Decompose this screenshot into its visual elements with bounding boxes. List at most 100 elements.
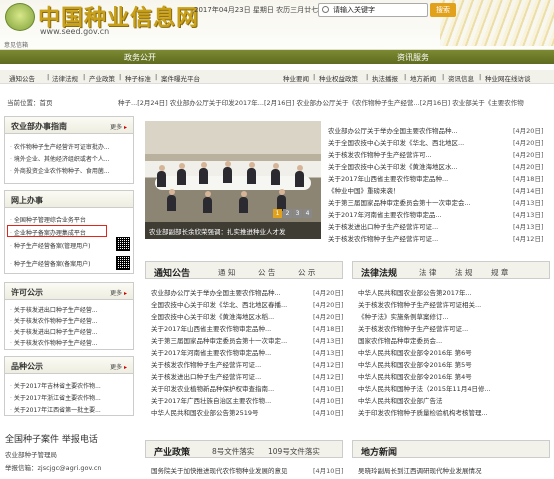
notice-date: [4月10日] — [313, 385, 344, 393]
tab-doc109[interactable]: 109号文件落实 — [268, 446, 320, 457]
list-item[interactable]: 全国种子管理综合业务平台 — [10, 215, 86, 224]
tab-publicity[interactable]: 公 示 — [298, 267, 315, 278]
news-item[interactable]: 农业部办公厅关于举办全国主要农作物品种... — [328, 125, 458, 135]
law-row[interactable]: 关于印发农作物种子质量检验机构考核管理... — [358, 407, 548, 417]
list-item[interactable]: 境外企业、其他经济组织或者个人... — [10, 154, 110, 163]
news-date: [4月20日] — [513, 139, 544, 147]
feedback-link[interactable]: 意见信箱 — [4, 40, 28, 49]
photo-figure — [295, 171, 304, 187]
subnav-policy[interactable]: 产业政策 — [89, 73, 115, 83]
news-item[interactable]: 《种业中国》重磅来袭！ — [328, 185, 400, 195]
tab-doc8[interactable]: 8号文件落实 — [212, 446, 254, 457]
more-link[interactable]: 更多 — [110, 122, 127, 131]
notice-row[interactable]: 关于2017年河南省主要农作物审定品种... — [151, 347, 311, 357]
news-item[interactable]: 关于2017年山西省主要农作物审定品种... — [328, 173, 448, 183]
subnav-laws[interactable]: 法律法规 — [52, 73, 78, 83]
sub-nav: 通知公告 | 法律法规 | 产业政策 | 种子标准 | 案件曝光平台 种业要闻 … — [0, 70, 554, 84]
notice-row[interactable]: 中华人民共和国农业部公告第2519号 — [151, 407, 311, 417]
list-item[interactable]: 关于核发进出口种子生产经营... — [10, 305, 98, 314]
list-item[interactable]: 关于2017年浙江省主要农作物... — [10, 393, 101, 402]
guide-panel: 农业部办事指南 更多 农作物种子生产经营许可证审批办... 境外企业、其他经济组织… — [4, 116, 134, 184]
news-date: [4月12日] — [513, 235, 544, 243]
notice-row[interactable]: 关于2017年山西省主要农作物审定品种... — [151, 323, 311, 333]
subnav-notices[interactable]: 通知公告 — [9, 73, 35, 83]
notice-row[interactable]: 全国农技中心关于印发《黄淮海地区水稻... — [151, 311, 311, 321]
local-news-row[interactable]: 吴晓玲副局长到江西调研现代种业发展情况 — [358, 465, 548, 475]
subnav-interview[interactable]: 种业网在线访谈 — [485, 73, 531, 83]
nav-information-services[interactable]: 资讯服务 — [397, 52, 429, 63]
notice-date: [4月10日] — [313, 397, 344, 405]
policy-row[interactable]: 国务院关于加快推进现代农作物种业发展的意见 — [151, 465, 311, 475]
law-row[interactable]: 中华人民共和国农业部广告法 — [358, 395, 548, 405]
separator: | — [47, 73, 50, 81]
site-logo-emblem[interactable] — [5, 3, 35, 31]
separator: | — [366, 73, 369, 81]
law-row[interactable]: 中华人民共和国农业部令2016年 第4号 — [358, 371, 548, 381]
breadcrumb: 当前位置：首页 — [7, 97, 53, 107]
law-title: 法律法规 — [361, 269, 398, 279]
notice-row[interactable]: 关于印发农业植物新品种保护权审查指南... — [151, 383, 311, 393]
notice-row[interactable]: 关于核发进出口种子生产经营许可证... — [151, 371, 311, 381]
policy-tabbar: 产业政策 8号文件落实 109号文件落实 — [145, 440, 343, 458]
search-input[interactable]: 请输入关键字 — [318, 3, 428, 17]
subnav-info[interactable]: 资讯信息 — [448, 73, 474, 83]
more-link[interactable]: 更多 — [110, 288, 127, 297]
list-item[interactable]: 关于2017年吉林省主要农作物... — [10, 381, 101, 390]
tab-regulation[interactable]: 法 规 — [455, 267, 472, 278]
law-row[interactable]: 关于核发农作物种子生产经营许可证... — [358, 323, 548, 333]
list-item[interactable]: 关于核发进出口种子生产经营... — [10, 327, 98, 336]
subnav-standards[interactable]: 种子标准 — [125, 73, 151, 83]
slide-dot[interactable]: 1 — [273, 209, 282, 218]
news-item[interactable]: 关于2017年河南省主要农作物审定品... — [328, 209, 442, 219]
slide-dot[interactable]: 4 — [303, 209, 312, 218]
breadcrumb-home[interactable]: 首页 — [40, 99, 53, 107]
law-row[interactable]: 中华人民共和国种子法（2015年11月4日修... — [358, 383, 548, 393]
subnav-local-news[interactable]: 地方新闻 — [410, 73, 436, 83]
tab-rules[interactable]: 规 章 — [491, 267, 508, 278]
list-item[interactable]: 农作物种子生产经营许可证审批办... — [10, 142, 110, 151]
law-row[interactable]: 中华人民共和国农业部公告第2017年... — [358, 287, 548, 297]
list-item[interactable]: 种子生产经营备案(备案用户) — [10, 259, 91, 268]
law-row[interactable]: 《种子法》实施条例草案修订... — [358, 311, 548, 321]
list-item[interactable]: 关于核发农作物种子生产经营... — [10, 316, 98, 325]
news-item[interactable]: 关于全国农技中心关于印发《华北、西北地区... — [328, 137, 464, 147]
notice-row[interactable]: 关于核发农作物种子生产经营许可证... — [151, 359, 311, 369]
news-item[interactable]: 关于第三届国家品种审定委员会第十一次审定会... — [328, 197, 471, 207]
law-row[interactable]: 关于核发农作物种子生产经营许可证相关... — [358, 299, 548, 309]
news-item[interactable]: 关于全国农技中心关于印发《黄淮海地区水... — [328, 161, 458, 171]
subnav-enforcement[interactable]: 执法播报 — [372, 73, 398, 83]
law-row[interactable]: 中华人民共和国农业部令2016年 第6号 — [358, 347, 548, 357]
notice-row[interactable]: 全国农技中心关于印发《华北、西北地区春播... — [151, 299, 311, 309]
news-ticker[interactable]: 种子...[2月24日] 农业部办公厅关于印发2017年...[2月16日] 农… — [118, 97, 548, 107]
subnav-seed-news[interactable]: 种业要闻 — [283, 73, 309, 83]
list-item[interactable]: 关于2017年江西省第一批主要... — [10, 405, 101, 414]
subnav-case-exposure[interactable]: 案件曝光平台 — [161, 73, 200, 83]
more-link[interactable]: 更多 — [110, 362, 127, 371]
search-button[interactable]: 搜索 — [430, 3, 456, 17]
news-item[interactable]: 关于核发农作物种子生产经营许可... — [328, 149, 432, 159]
notice-row[interactable]: 关于第三届国家品种审定委员会第十一次审定... — [151, 335, 311, 345]
notice-date: [4月20日] — [313, 301, 344, 309]
law-row[interactable]: 国家农作物品种审定委员会... — [358, 335, 548, 345]
nav-government-affairs[interactable]: 政务公开 — [124, 52, 156, 63]
notice-date: [4月20日] — [313, 289, 344, 297]
photo-figure — [203, 197, 212, 213]
notice-row[interactable]: 农业部办公厅关于举办全国主要农作物品种... — [151, 287, 311, 297]
list-item[interactable]: 种子生产经营备案(管理用户) — [10, 241, 91, 250]
slide-dot[interactable]: 2 — [283, 209, 292, 218]
hotline-email[interactable]: 举报信箱：zjscjgc@agri.gov.cn — [5, 462, 135, 472]
news-date: [4月13日] — [513, 223, 544, 231]
photo-caption[interactable]: 农业部副部长余欣荣强调：扎实推进种业人才发 — [145, 222, 321, 239]
news-item[interactable]: 关于核发农作物种子生产经营许可证... — [328, 233, 438, 243]
list-item[interactable]: 关于核发农作物种子生产经营... — [10, 338, 98, 347]
law-row[interactable]: 中华人民共和国农业部令2016年 第5号 — [358, 359, 548, 369]
subnav-rights-policy[interactable]: 种业权益政策 — [319, 73, 358, 83]
tab-announcement[interactable]: 公 告 — [258, 267, 275, 278]
slide-dot[interactable]: 3 — [293, 209, 302, 218]
news-date: [4月18日] — [513, 175, 544, 183]
tab-notice[interactable]: 通 知 — [218, 267, 235, 278]
news-item[interactable]: 关于核发进出口种子生产经营许可证... — [328, 221, 438, 231]
notice-row[interactable]: 关于2017年广西壮族自治区主要农作物... — [151, 395, 311, 405]
list-item[interactable]: 外商投资企业农作物种子、食用菌... — [10, 166, 110, 175]
tab-law[interactable]: 法 律 — [419, 267, 436, 278]
